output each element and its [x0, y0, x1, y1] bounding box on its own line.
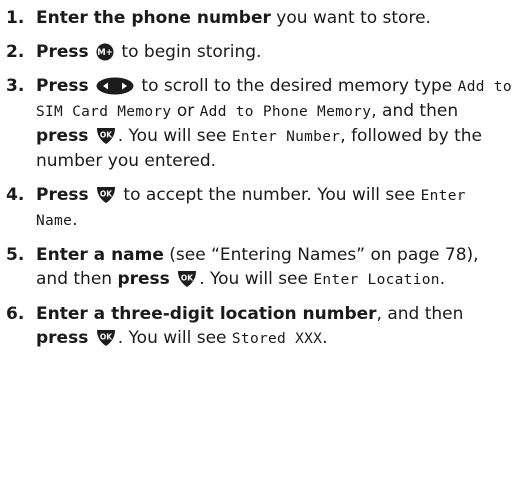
- display-text: Enter Number: [231, 129, 341, 145]
- step-number: 6.: [6, 304, 25, 324]
- step-number: 2.: [6, 42, 25, 62]
- ok-key-icon: OK: [96, 128, 115, 144]
- step-number: 4.: [6, 185, 25, 205]
- step-6: 6. Enter a three-digit location number, …: [6, 302, 514, 351]
- scroll-left-right-key-icon: [96, 77, 134, 95]
- ok-key-icon: OK: [96, 330, 115, 346]
- step-number: 3.: [6, 76, 25, 96]
- step-bold-text: press: [36, 328, 89, 348]
- step-5: 5. Enter a name (see “Entering Names” on…: [6, 243, 514, 292]
- step-bold-text: press: [36, 126, 89, 146]
- step-bold-text: Enter a three-digit location number: [36, 304, 377, 324]
- key-label: OK: [100, 333, 113, 342]
- step-text: Press OK to accept the number. You will …: [36, 185, 466, 230]
- step-bold-text: press: [117, 269, 170, 289]
- step-text: Press M+ to begin storing.: [36, 42, 262, 62]
- key-label: OK: [181, 274, 194, 283]
- steps-list: 1. Enter the phone number you want to st…: [6, 6, 514, 351]
- step-bold-text: Press: [36, 76, 89, 96]
- step-number: 5.: [6, 245, 25, 265]
- step-bold-text: Enter the phone number: [36, 8, 271, 28]
- step-3: 3. Press to scroll to the desired memory…: [6, 74, 514, 173]
- step-bold-text: Press: [36, 185, 89, 205]
- ok-key-icon: OK: [97, 187, 116, 203]
- instruction-page: 1. Enter the phone number you want to st…: [0, 0, 520, 351]
- step-1: 1. Enter the phone number you want to st…: [6, 6, 514, 30]
- step-2: 2. Press M+ to begin storing.: [6, 40, 514, 64]
- step-text: Enter a three-digit location number, and…: [36, 304, 464, 348]
- key-label: M+: [97, 48, 113, 58]
- display-text: Enter Location: [313, 272, 440, 288]
- step-bold-text: Press: [36, 42, 89, 62]
- step-text: Enter a name (see “Entering Names” on pa…: [36, 245, 479, 289]
- memory-plus-key-icon: M+: [96, 43, 114, 61]
- ok-key-icon: OK: [178, 271, 197, 287]
- display-text: Stored XXX: [231, 331, 323, 347]
- key-label: OK: [100, 190, 113, 199]
- display-text: Add to Phone Memory: [199, 104, 372, 120]
- step-4: 4. Press OK to accept the number. You wi…: [6, 183, 514, 233]
- step-number: 1.: [6, 8, 25, 28]
- step-text: Enter the phone number you want to store…: [36, 8, 431, 28]
- step-text: Press to scroll to the desired memory ty…: [36, 76, 512, 171]
- key-label: OK: [100, 131, 113, 140]
- step-bold-text: Enter a name: [36, 245, 164, 265]
